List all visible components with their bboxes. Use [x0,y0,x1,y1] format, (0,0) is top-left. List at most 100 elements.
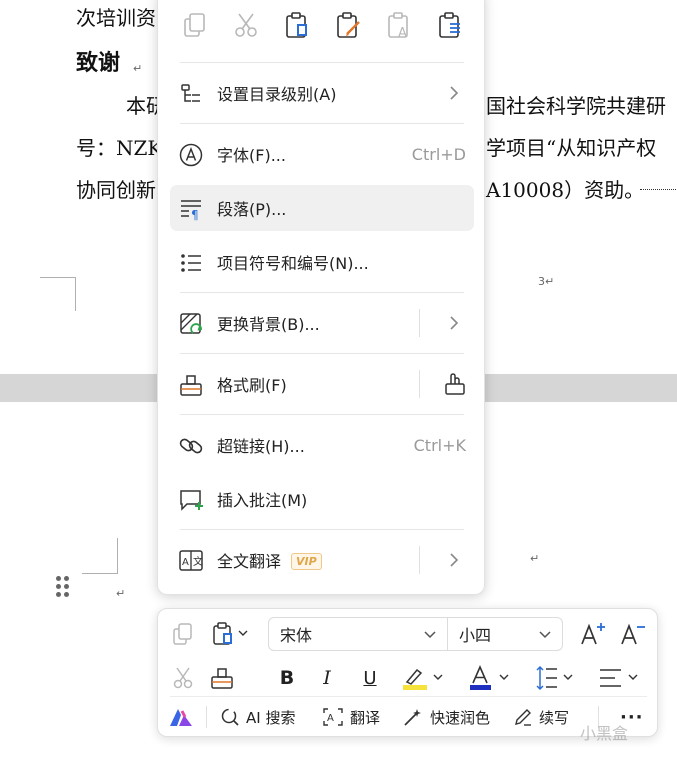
menu-separator [180,62,464,63]
quick-polish-button[interactable]: 快速润色 [402,702,490,732]
svg-text:A: A [398,26,407,40]
align-button[interactable] [594,663,644,693]
cut-icon[interactable] [168,663,198,693]
underline-button[interactable]: U [355,663,385,693]
font-size-value: 小四 [459,626,492,645]
menu-item-label: 格式刷(F) [217,376,287,395]
decrease-font-size-icon[interactable] [618,619,648,649]
menu-item-label: 项目符号和编号(N)... [217,254,369,273]
menu-item-label: 更换背景(B)... [217,315,320,334]
menu-item-bullets-numbering[interactable]: 项目符号和编号(N)... [170,239,474,285]
font-name-select[interactable]: 宋体 [268,617,448,651]
floating-format-toolbar: 宋体 小四 B I U AI 搜索 A 翻译 快速润色 续写 ··· [157,608,658,737]
menu-item-label: 设置目录级别(A) [217,85,337,104]
paste-keep-format-icon[interactable] [280,8,314,42]
menu-separator [180,292,464,293]
line-spacing-button[interactable] [530,663,578,693]
ai-search-icon [221,708,239,726]
menu-item-format-painter[interactable]: 格式刷(F) [170,361,474,407]
magic-wand-icon [404,709,421,726]
doc-line-3-right: 国社会科学院共建研 [486,94,666,118]
doc-line-1: 次培训资 [76,6,156,30]
menu-item-label: 超链接(H)... [217,437,305,456]
highlight-color-button[interactable] [398,663,448,693]
page-number: 3↵ [538,275,555,288]
svg-text:¶: ¶ [191,208,199,222]
menu-item-divider [419,309,420,337]
change-background-icon [178,311,204,337]
menu-separator [180,529,464,530]
hyperlink-icon [178,433,204,459]
menu-item-divider [419,546,420,574]
continue-write-button[interactable]: 续写 [513,702,569,732]
copy-icon[interactable] [168,619,198,649]
menu-item-font[interactable]: 字体(F)... Ctrl+D [170,131,474,177]
increase-font-size-icon[interactable] [578,619,608,649]
chevron-down-icon [424,631,436,639]
vip-badge: VIP [291,553,322,570]
paragraph-icon: ¶ [178,196,204,222]
doc-line-4-left: 号：NZK [76,136,163,160]
doc-line-4-right: 学项目“从知识产权 [486,136,657,160]
paragraph-mark-bottom-2: ↵ [116,587,126,600]
menu-item-label: 全文翻译 VIP [217,548,322,572]
menu-separator [180,123,464,124]
paragraph-mark-bottom: ↵ [530,552,540,565]
doc-heading-acknowledgement: 致谢 [76,51,121,76]
paragraph-mark: ↵ [133,62,143,75]
continue-write-label: 续写 [539,708,570,727]
menu-item-label: 段落(P)... [217,200,287,219]
translate-icon: A [323,708,343,726]
quick-polish-label: 快速润色 [430,708,491,727]
bold-button[interactable]: B [272,663,302,693]
shortcut-label: Ctrl+D [411,144,466,164]
menu-item-insert-comment[interactable]: 插入批注(M) [170,476,474,522]
font-name-value: 宋体 [280,626,313,645]
menu-icon-bar: A [158,1,484,53]
paste-dropdown-button[interactable] [208,619,252,649]
menu-item-translate-document[interactable]: A文 全文翻译 VIP [170,537,474,583]
font-size-select[interactable]: 小四 [447,617,563,651]
chevron-right-icon[interactable] [446,551,462,569]
ai-assistant-logo[interactable] [168,702,194,732]
shortcut-label: Ctrl+K [413,435,466,455]
menu-item-change-background[interactable]: 更换背景(B)... [170,300,474,346]
paste-merge-format-icon[interactable] [331,8,365,42]
lock-format-painter-icon[interactable] [442,371,468,401]
toolbar-divider [206,706,207,728]
font-color-button[interactable] [464,663,514,693]
menu-item-hyperlink[interactable]: 超链接(H)... Ctrl+K [170,422,474,468]
ai-search-label: AI 搜索 [246,708,296,727]
translate-document-icon: A文 [178,548,204,574]
context-menu: A 设置目录级别(A) 字体(F)... Ctrl+D ¶ 段落(P)... 项 [157,0,485,595]
doc-line-5-left: 协同创新 [76,178,156,202]
format-painter-icon[interactable] [206,663,238,693]
cut-icon[interactable] [229,8,263,42]
paste-text-only-icon[interactable]: A [382,8,416,42]
block-drag-handle[interactable] [56,576,70,600]
chevron-right-icon[interactable] [446,314,462,332]
italic-button[interactable]: I [312,663,342,693]
menu-item-label: 字体(F)... [217,146,286,165]
chevron-down-icon [539,631,551,639]
page-corner-mark [40,277,76,311]
watermark: 小黑盒 [580,724,629,743]
copy-icon[interactable] [178,8,212,42]
bullets-numbering-icon [178,250,204,276]
menu-item-divider [419,370,420,398]
font-icon [178,142,204,168]
tab-leader-dots [640,189,676,190]
toolbar-divider [170,696,647,697]
menu-item-paragraph[interactable]: ¶ 段落(P)... [170,185,474,231]
paste-special-icon[interactable] [433,8,467,42]
svg-text:A: A [182,557,189,568]
ai-search-button[interactable]: AI 搜索 [220,702,295,732]
menu-item-label: 插入批注(M) [217,491,308,510]
translate-button[interactable]: A 翻译 [322,702,380,732]
menu-separator [180,414,464,415]
toc-level-icon [178,81,204,107]
menu-item-toc-level[interactable]: 设置目录级别(A) [170,70,474,116]
pen-icon [515,709,531,726]
chevron-right-icon [450,86,459,100]
translate-label: 翻译 [350,708,381,727]
